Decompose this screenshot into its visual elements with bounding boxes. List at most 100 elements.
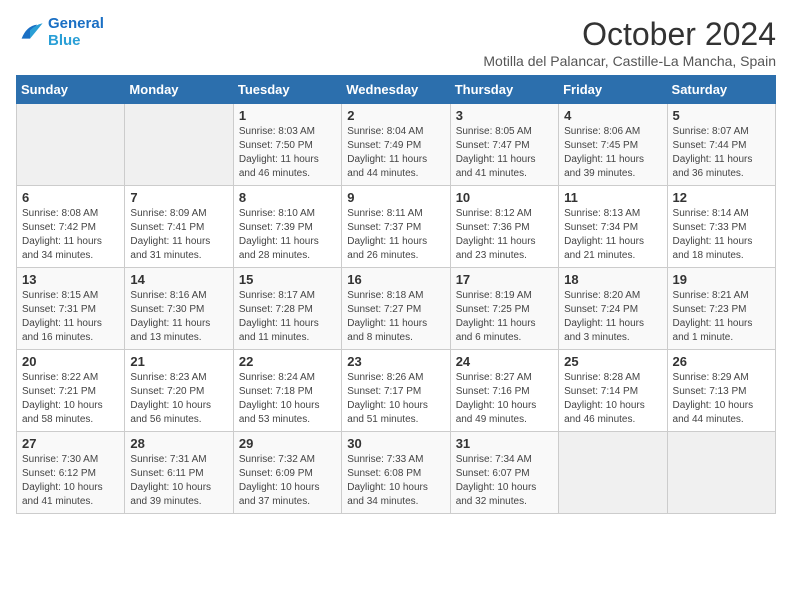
day-info: Sunrise: 8:27 AMSunset: 7:16 PMDaylight:… (456, 371, 553, 427)
calendar-day-cell: 21 Sunrise: 8:23 AMSunset: 7:20 PMDaylig… (125, 350, 233, 432)
day-number: 27 (22, 436, 119, 451)
page-header: General Blue October 2024 Motilla del Pa… (16, 16, 776, 69)
day-number: 23 (347, 354, 444, 369)
day-info: Sunrise: 7:30 AMSunset: 6:12 PMDaylight:… (22, 453, 119, 509)
calendar-day-cell: 20 Sunrise: 8:22 AMSunset: 7:21 PMDaylig… (17, 350, 125, 432)
calendar-day-cell: 12 Sunrise: 8:14 AMSunset: 7:33 PMDaylig… (667, 186, 775, 268)
day-info: Sunrise: 8:06 AMSunset: 7:45 PMDaylight:… (564, 125, 661, 181)
day-number: 14 (130, 272, 227, 287)
calendar-day-cell: 11 Sunrise: 8:13 AMSunset: 7:34 PMDaylig… (559, 186, 667, 268)
day-number: 20 (22, 354, 119, 369)
day-number: 4 (564, 108, 661, 123)
day-number: 11 (564, 190, 661, 205)
day-info: Sunrise: 8:14 AMSunset: 7:33 PMDaylight:… (673, 207, 770, 263)
header-row: SundayMondayTuesdayWednesdayThursdayFrid… (17, 76, 776, 104)
day-info: Sunrise: 8:29 AMSunset: 7:13 PMDaylight:… (673, 371, 770, 427)
day-number: 10 (456, 190, 553, 205)
calendar-table: SundayMondayTuesdayWednesdayThursdayFrid… (16, 75, 776, 514)
weekday-header: Sunday (17, 76, 125, 104)
calendar-day-cell: 26 Sunrise: 8:29 AMSunset: 7:13 PMDaylig… (667, 350, 775, 432)
day-info: Sunrise: 8:24 AMSunset: 7:18 PMDaylight:… (239, 371, 336, 427)
day-number: 18 (564, 272, 661, 287)
day-info: Sunrise: 8:03 AMSunset: 7:50 PMDaylight:… (239, 125, 336, 181)
day-number: 24 (456, 354, 553, 369)
calendar-day-cell: 14 Sunrise: 8:16 AMSunset: 7:30 PMDaylig… (125, 268, 233, 350)
calendar-day-cell: 24 Sunrise: 8:27 AMSunset: 7:16 PMDaylig… (450, 350, 558, 432)
calendar-day-cell: 23 Sunrise: 8:26 AMSunset: 7:17 PMDaylig… (342, 350, 450, 432)
calendar-day-cell: 1 Sunrise: 8:03 AMSunset: 7:50 PMDayligh… (233, 104, 341, 186)
day-info: Sunrise: 7:32 AMSunset: 6:09 PMDaylight:… (239, 453, 336, 509)
day-info: Sunrise: 8:22 AMSunset: 7:21 PMDaylight:… (22, 371, 119, 427)
day-info: Sunrise: 8:17 AMSunset: 7:28 PMDaylight:… (239, 289, 336, 345)
day-info: Sunrise: 8:23 AMSunset: 7:20 PMDaylight:… (130, 371, 227, 427)
month-title: October 2024 (483, 16, 776, 53)
day-number: 31 (456, 436, 553, 451)
calendar-header: SundayMondayTuesdayWednesdayThursdayFrid… (17, 76, 776, 104)
day-number: 7 (130, 190, 227, 205)
weekday-header: Monday (125, 76, 233, 104)
logo-text: General Blue (48, 16, 104, 49)
calendar-day-cell: 27 Sunrise: 7:30 AMSunset: 6:12 PMDaylig… (17, 432, 125, 514)
calendar-day-cell: 4 Sunrise: 8:06 AMSunset: 7:45 PMDayligh… (559, 104, 667, 186)
calendar-day-cell: 9 Sunrise: 8:11 AMSunset: 7:37 PMDayligh… (342, 186, 450, 268)
day-number: 8 (239, 190, 336, 205)
day-info: Sunrise: 7:31 AMSunset: 6:11 PMDaylight:… (130, 453, 227, 509)
calendar-day-cell: 13 Sunrise: 8:15 AMSunset: 7:31 PMDaylig… (17, 268, 125, 350)
day-info: Sunrise: 8:20 AMSunset: 7:24 PMDaylight:… (564, 289, 661, 345)
day-number: 1 (239, 108, 336, 123)
day-info: Sunrise: 8:12 AMSunset: 7:36 PMDaylight:… (456, 207, 553, 263)
calendar-day-cell: 25 Sunrise: 8:28 AMSunset: 7:14 PMDaylig… (559, 350, 667, 432)
day-info: Sunrise: 8:13 AMSunset: 7:34 PMDaylight:… (564, 207, 661, 263)
calendar-day-cell: 8 Sunrise: 8:10 AMSunset: 7:39 PMDayligh… (233, 186, 341, 268)
day-info: Sunrise: 7:33 AMSunset: 6:08 PMDaylight:… (347, 453, 444, 509)
weekday-header: Thursday (450, 76, 558, 104)
day-number: 2 (347, 108, 444, 123)
weekday-header: Saturday (667, 76, 775, 104)
day-info: Sunrise: 8:16 AMSunset: 7:30 PMDaylight:… (130, 289, 227, 345)
day-number: 12 (673, 190, 770, 205)
day-info: Sunrise: 8:21 AMSunset: 7:23 PMDaylight:… (673, 289, 770, 345)
calendar-day-cell: 3 Sunrise: 8:05 AMSunset: 7:47 PMDayligh… (450, 104, 558, 186)
weekday-header: Friday (559, 76, 667, 104)
calendar-day-cell: 17 Sunrise: 8:19 AMSunset: 7:25 PMDaylig… (450, 268, 558, 350)
calendar-day-cell: 22 Sunrise: 8:24 AMSunset: 7:18 PMDaylig… (233, 350, 341, 432)
calendar-day-cell: 5 Sunrise: 8:07 AMSunset: 7:44 PMDayligh… (667, 104, 775, 186)
day-number: 17 (456, 272, 553, 287)
day-number: 29 (239, 436, 336, 451)
calendar-day-cell (125, 104, 233, 186)
calendar-week-row: 6 Sunrise: 8:08 AMSunset: 7:42 PMDayligh… (17, 186, 776, 268)
day-info: Sunrise: 8:18 AMSunset: 7:27 PMDaylight:… (347, 289, 444, 345)
calendar-day-cell: 18 Sunrise: 8:20 AMSunset: 7:24 PMDaylig… (559, 268, 667, 350)
day-number: 30 (347, 436, 444, 451)
calendar-day-cell: 29 Sunrise: 7:32 AMSunset: 6:09 PMDaylig… (233, 432, 341, 514)
calendar-day-cell (667, 432, 775, 514)
day-number: 3 (456, 108, 553, 123)
calendar-day-cell: 28 Sunrise: 7:31 AMSunset: 6:11 PMDaylig… (125, 432, 233, 514)
day-number: 16 (347, 272, 444, 287)
day-number: 6 (22, 190, 119, 205)
day-info: Sunrise: 8:08 AMSunset: 7:42 PMDaylight:… (22, 207, 119, 263)
day-number: 19 (673, 272, 770, 287)
day-info: Sunrise: 8:10 AMSunset: 7:39 PMDaylight:… (239, 207, 336, 263)
day-number: 9 (347, 190, 444, 205)
logo: General Blue (16, 16, 104, 49)
day-info: Sunrise: 8:09 AMSunset: 7:41 PMDaylight:… (130, 207, 227, 263)
calendar-week-row: 20 Sunrise: 8:22 AMSunset: 7:21 PMDaylig… (17, 350, 776, 432)
calendar-day-cell: 31 Sunrise: 7:34 AMSunset: 6:07 PMDaylig… (450, 432, 558, 514)
day-info: Sunrise: 8:07 AMSunset: 7:44 PMDaylight:… (673, 125, 770, 181)
day-number: 15 (239, 272, 336, 287)
calendar-week-row: 1 Sunrise: 8:03 AMSunset: 7:50 PMDayligh… (17, 104, 776, 186)
calendar-day-cell: 2 Sunrise: 8:04 AMSunset: 7:49 PMDayligh… (342, 104, 450, 186)
calendar-day-cell: 6 Sunrise: 8:08 AMSunset: 7:42 PMDayligh… (17, 186, 125, 268)
day-number: 13 (22, 272, 119, 287)
day-info: Sunrise: 7:34 AMSunset: 6:07 PMDaylight:… (456, 453, 553, 509)
day-info: Sunrise: 8:11 AMSunset: 7:37 PMDaylight:… (347, 207, 444, 263)
day-number: 26 (673, 354, 770, 369)
day-info: Sunrise: 8:19 AMSunset: 7:25 PMDaylight:… (456, 289, 553, 345)
calendar-body: 1 Sunrise: 8:03 AMSunset: 7:50 PMDayligh… (17, 104, 776, 514)
calendar-day-cell (559, 432, 667, 514)
calendar-week-row: 27 Sunrise: 7:30 AMSunset: 6:12 PMDaylig… (17, 432, 776, 514)
calendar-day-cell: 30 Sunrise: 7:33 AMSunset: 6:08 PMDaylig… (342, 432, 450, 514)
calendar-day-cell: 10 Sunrise: 8:12 AMSunset: 7:36 PMDaylig… (450, 186, 558, 268)
calendar-day-cell: 16 Sunrise: 8:18 AMSunset: 7:27 PMDaylig… (342, 268, 450, 350)
